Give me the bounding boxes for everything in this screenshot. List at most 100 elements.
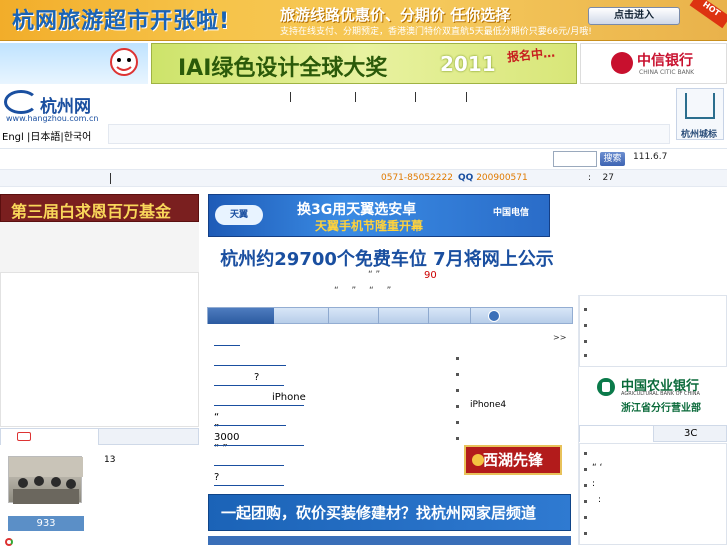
bullet [584,452,587,455]
sub-headline-number: 90 [424,270,437,281]
right-list-item[interactable]: “ ‘ [592,463,602,473]
bullet [584,308,587,311]
link-underline [214,425,286,426]
mascot-icon [110,48,138,76]
abc-branch: 浙江省分行营业部 [621,403,701,414]
tab-3c[interactable]: 3C [684,428,697,439]
abc-logo-icon [597,378,615,396]
travel-banner-ad[interactable]: 杭网旅游超市开张啦! 旅游线路优惠价、分期价 任你选择 支持在线支付、分期预定，… [0,0,727,41]
travel-banner-headline: 杭网旅游超市开张啦! [12,9,231,34]
ip-info: 111.6.7 [633,152,668,162]
bullet [456,389,459,392]
home-channel-ad-text: 一起团购，砍价买装修建材？找杭州网家居频道 [221,504,537,522]
classroom-photo [9,457,83,504]
citic-bank-ad[interactable]: 中信银行 CHINA CITIC BANK [580,43,727,84]
news-item-text: ? [254,372,260,383]
bullet [456,421,459,424]
tab-divider [378,308,379,324]
bullet [584,340,587,343]
right-tab-active[interactable] [580,426,654,442]
abc-en-name: AGRICULTURAL BANK OF CHINA [621,391,700,397]
right-list-item[interactable]: : [598,495,601,505]
nav-separator [466,92,467,102]
bullet [456,405,459,408]
fund-ad[interactable]: 第三届白求恩百万基金 [0,194,199,222]
qq-number: 200900571 [476,173,528,183]
link-underline [214,485,284,486]
left-tab-active[interactable] [1,429,99,445]
news-tabs [207,307,573,324]
city-emblem-icon [685,93,715,119]
award-signup: 报名中… [506,45,556,65]
photo-caption[interactable]: 933 [8,516,84,531]
bullet [456,373,459,376]
news-item-text: iPhone [272,392,306,403]
tab-divider [428,308,429,324]
search-button[interactable]: 搜索 [600,152,625,166]
xihu-pioneer-link[interactable]: 西湖先锋 [464,445,562,475]
design-award-ad[interactable]: IAI绿色设计全球大奖 2011 报名中… [151,43,577,84]
xihu-label: 西湖先锋 [482,451,543,469]
qq-contact: QQ 200900571 [458,173,528,183]
bullet [584,354,587,357]
count-label: : [588,173,592,183]
main-headline[interactable]: 杭州约29700个免费车位 7月将网上公示 [208,245,566,271]
city-emblem-label: 杭州城标 [681,130,718,140]
mobile-ad-sub: 天翼手机节隆重开幕 [315,219,424,233]
nav-separator [355,92,356,102]
news-count: 13 [104,455,116,465]
right-tab-bar: 3C [579,425,727,442]
site-logo[interactable]: 杭州网 www.hangzhou.com.cn [0,88,108,128]
telecom-logo: 中国电信 [493,208,530,218]
nav-separator [415,92,416,102]
globe-icon[interactable] [488,310,500,322]
city-emblem-link[interactable]: 杭州城标 [676,88,724,140]
info-bar: 0571-85052222 QQ 200900571 : 27 [0,169,727,187]
tianyi-logo: 天翼 [215,205,263,225]
travel-banner-slogan: 旅游线路优惠价、分期价 任你选择 [280,6,511,24]
visitor-count: : 27 [588,173,614,183]
right-list-box: “ ‘:: [579,443,727,545]
news-item-text: ? [214,472,220,483]
bullet [584,516,587,519]
sub-headline[interactable]: “ ” [368,270,380,280]
left-content-box [0,272,199,427]
right-news-box [579,295,727,367]
mobile-ad[interactable]: 天翼 换3G用天翼选安卓 天翼手机节隆重开幕 中国电信 [208,194,550,237]
video-icon [17,432,31,441]
news-item-text: “ ” [214,412,220,434]
tab-active[interactable] [208,308,274,324]
more-link[interactable]: >> [553,333,566,342]
tab-divider [328,308,329,324]
abc-bank-ad[interactable]: 中国农业银行 AGRICULTURAL BANK OF CHINA 浙江省分行营… [579,372,727,417]
travel-banner-detail: 支持在线支付、分期预定，香港澳门特价双直航5天最低分期价只要66元/月哦! [280,27,592,37]
mascot-ad[interactable] [0,43,148,84]
link-underline [214,345,240,346]
search-input[interactable] [553,151,597,167]
subnav-strip [108,124,670,144]
link-underline [214,465,284,466]
sub-headline-2[interactable]: “ ” “ ” [334,286,396,296]
right-list-item[interactable]: : [592,479,595,489]
news-photo[interactable] [8,456,83,504]
side-news-item[interactable]: iPhone4 [470,400,506,410]
tab-divider [470,308,471,324]
link-underline [214,405,304,406]
bullet [584,500,587,503]
logo-url: www.hangzhou.com.cn [6,114,99,123]
bullet [456,437,459,440]
enter-button[interactable]: 点击进入 [588,7,680,25]
hotline-phone: 0571-85052222 [381,173,453,183]
nav-separator [290,92,291,102]
award-year: 2011 [440,52,496,76]
logo-swirl-icon [4,90,38,114]
link-underline [214,445,304,446]
seal-icon [472,454,484,466]
citic-name: 中信银行 [637,53,693,69]
left-panel [0,222,199,272]
bullet [584,484,587,487]
bullet [584,532,587,535]
language-links[interactable]: Engl |日本語|한국어 [2,128,91,143]
home-channel-ad[interactable]: 一起团购，砍价买装修建材？找杭州网家居频道 [208,494,571,531]
qq-label: QQ [458,173,474,183]
